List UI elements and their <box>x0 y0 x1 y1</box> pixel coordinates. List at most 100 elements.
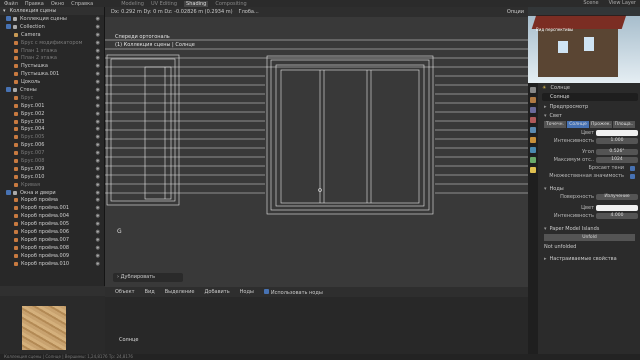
outliner-item[interactable]: Короб проёма.006 ◉ <box>0 228 104 236</box>
node-color-swatch[interactable] <box>596 205 638 211</box>
light-type-sun[interactable]: Солнце <box>567 121 589 128</box>
light-data-tab-icon[interactable] <box>530 167 536 173</box>
eye-icon[interactable]: ◉ <box>96 237 100 243</box>
outliner-item[interactable]: Брус.004 ◉ <box>0 125 104 133</box>
outliner-item[interactable]: Брус.009 ◉ <box>0 165 104 173</box>
outliner-item[interactable]: Брус.010 ◉ <box>0 173 104 181</box>
multi-importance-checkbox[interactable] <box>630 173 635 179</box>
eye-icon[interactable]: ◉ <box>96 63 100 69</box>
eye-icon[interactable]: ◉ <box>96 103 100 109</box>
eye-icon[interactable]: ◉ <box>96 48 100 54</box>
menu-window[interactable]: Окно <box>51 1 64 7</box>
outliner-item[interactable]: Пустышка ◉ <box>0 62 104 70</box>
eye-icon[interactable]: ◉ <box>96 119 100 125</box>
eye-icon[interactable]: ◉ <box>96 16 100 22</box>
world-tab-icon[interactable] <box>530 127 536 133</box>
menu-add[interactable]: Добавить <box>204 289 229 295</box>
tab-compositing[interactable]: Compositing <box>215 1 246 7</box>
eye-icon[interactable]: ◉ <box>96 142 100 148</box>
section-preview[interactable]: ▸ Предпросмотр <box>540 102 640 111</box>
outliner-item[interactable]: Брус.001 ◉ <box>0 102 104 110</box>
outliner-item[interactable]: Короб проёма.001 ◉ <box>0 204 104 212</box>
use-nodes-checkbox[interactable]: Использовать ноды <box>263 288 323 296</box>
menu-select[interactable]: Выделение <box>165 289 195 295</box>
3d-viewport[interactable]: Dx: 0.292 m Dy: 0 m Dz: -0.02826 m (0.29… <box>105 7 528 287</box>
outliner-item[interactable]: Брус.002 ◉ <box>0 110 104 118</box>
collection-checkbox[interactable] <box>6 190 11 196</box>
surface-selector[interactable]: Излучение <box>596 194 638 200</box>
wood-texture-thumbnail[interactable] <box>22 306 66 350</box>
constraint-tab-icon[interactable] <box>530 157 536 163</box>
view-layer-selector[interactable]: View Layer <box>609 0 636 6</box>
outliner-item[interactable]: Пустышка.001 ◉ <box>0 70 104 78</box>
unfold-button[interactable]: Unfold <box>544 234 635 241</box>
section-custom-props[interactable]: ▸ Настраиваемые свойства <box>540 254 640 263</box>
menu-file[interactable]: Файл <box>4 1 18 7</box>
eye-icon[interactable]: ◉ <box>96 174 100 180</box>
render-tab-icon[interactable] <box>530 97 536 103</box>
outliner-item[interactable]: Короб проёма.004 ◉ <box>0 212 104 220</box>
eye-icon[interactable]: ◉ <box>96 40 100 46</box>
eye-icon[interactable]: ◉ <box>96 221 100 227</box>
outliner-item[interactable]: Короб проёма ◉ <box>0 196 104 204</box>
eye-icon[interactable]: ◉ <box>96 111 100 117</box>
node-intensity-field[interactable]: 4.000 <box>596 213 638 219</box>
outliner-item[interactable]: Брус.007 ◉ <box>0 149 104 157</box>
light-intensity-field[interactable]: 1.000 <box>596 138 638 144</box>
cast-shadow-checkbox[interactable] <box>630 165 635 171</box>
tool-tab-icon[interactable] <box>530 87 536 93</box>
max-bounces-field[interactable]: 1024 <box>596 157 638 163</box>
outliner-item[interactable]: Кривая ◉ <box>0 181 104 189</box>
section-nodes[interactable]: ▾ Ноды <box>540 184 640 193</box>
eye-icon[interactable]: ◉ <box>96 55 100 61</box>
render-preview-viewport[interactable]: Вид перспективы <box>528 7 640 83</box>
light-angle-field[interactable]: 0.526° <box>596 149 638 155</box>
outliner-item[interactable]: Короб проёма.005 ◉ <box>0 220 104 228</box>
eye-icon[interactable]: ◉ <box>96 158 100 164</box>
tab-modeling[interactable]: Modeling <box>121 1 144 7</box>
outliner-item[interactable]: Брус.005 ◉ <box>0 133 104 141</box>
collection-checkbox[interactable] <box>6 87 11 93</box>
eye-icon[interactable]: ◉ <box>96 24 100 30</box>
light-type-spot[interactable]: Прожек. <box>590 121 612 128</box>
eye-icon[interactable]: ◉ <box>96 71 100 77</box>
light-data-name-field[interactable]: Солнце <box>542 93 638 101</box>
eye-icon[interactable]: ◉ <box>96 32 100 38</box>
light-type-area[interactable]: Площа.. <box>613 121 635 128</box>
outliner-item[interactable]: Короб проёма.010 ◉ <box>0 260 104 268</box>
scene-selector[interactable]: Scene <box>583 0 598 6</box>
outliner-item[interactable]: Короб проёма.009 ◉ <box>0 252 104 260</box>
outliner-item[interactable]: Collection ◉ <box>0 23 104 31</box>
mode-selector[interactable]: Объект <box>115 289 135 295</box>
eye-icon[interactable]: ◉ <box>96 182 100 188</box>
outliner-item[interactable]: Брус.006 ◉ <box>0 141 104 149</box>
outliner-item[interactable]: Цоколь ◉ <box>0 78 104 86</box>
outliner-item[interactable]: Camera ◉ <box>0 31 104 39</box>
menu-help[interactable]: Справка <box>71 1 93 7</box>
node-editor-area[interactable]: Солнце <box>105 297 528 354</box>
eye-icon[interactable]: ◉ <box>96 150 100 156</box>
scene-tab-icon[interactable] <box>530 117 536 123</box>
object-tab-icon[interactable] <box>530 137 536 143</box>
eye-icon[interactable]: ◉ <box>96 87 100 93</box>
eye-icon[interactable]: ◉ <box>96 205 100 211</box>
outliner-item[interactable]: План 2 этажа ◉ <box>0 54 104 62</box>
eye-icon[interactable]: ◉ <box>96 79 100 85</box>
tab-uv-editing[interactable]: UV Editing <box>151 1 177 7</box>
menu-view[interactable]: Вид <box>145 289 155 295</box>
filter-icon[interactable]: ▾ <box>3 8 6 14</box>
eye-icon[interactable]: ◉ <box>96 95 100 101</box>
eye-icon[interactable]: ◉ <box>96 134 100 140</box>
collection-checkbox[interactable] <box>6 16 11 22</box>
eye-icon[interactable]: ◉ <box>96 126 100 132</box>
eye-icon[interactable]: ◉ <box>96 190 100 196</box>
outliner-item[interactable]: Короб проёма.008 ◉ <box>0 244 104 252</box>
light-color-swatch[interactable] <box>596 130 638 136</box>
eye-icon[interactable]: ◉ <box>96 253 100 259</box>
light-type-point[interactable]: Точечн. <box>544 121 566 128</box>
outliner-item[interactable]: Короб проёма.007 ◉ <box>0 236 104 244</box>
tab-shading[interactable]: Shading <box>184 0 209 7</box>
menu-nodes[interactable]: Ноды <box>240 289 254 295</box>
output-tab-icon[interactable] <box>530 107 536 113</box>
eye-icon[interactable]: ◉ <box>96 261 100 267</box>
